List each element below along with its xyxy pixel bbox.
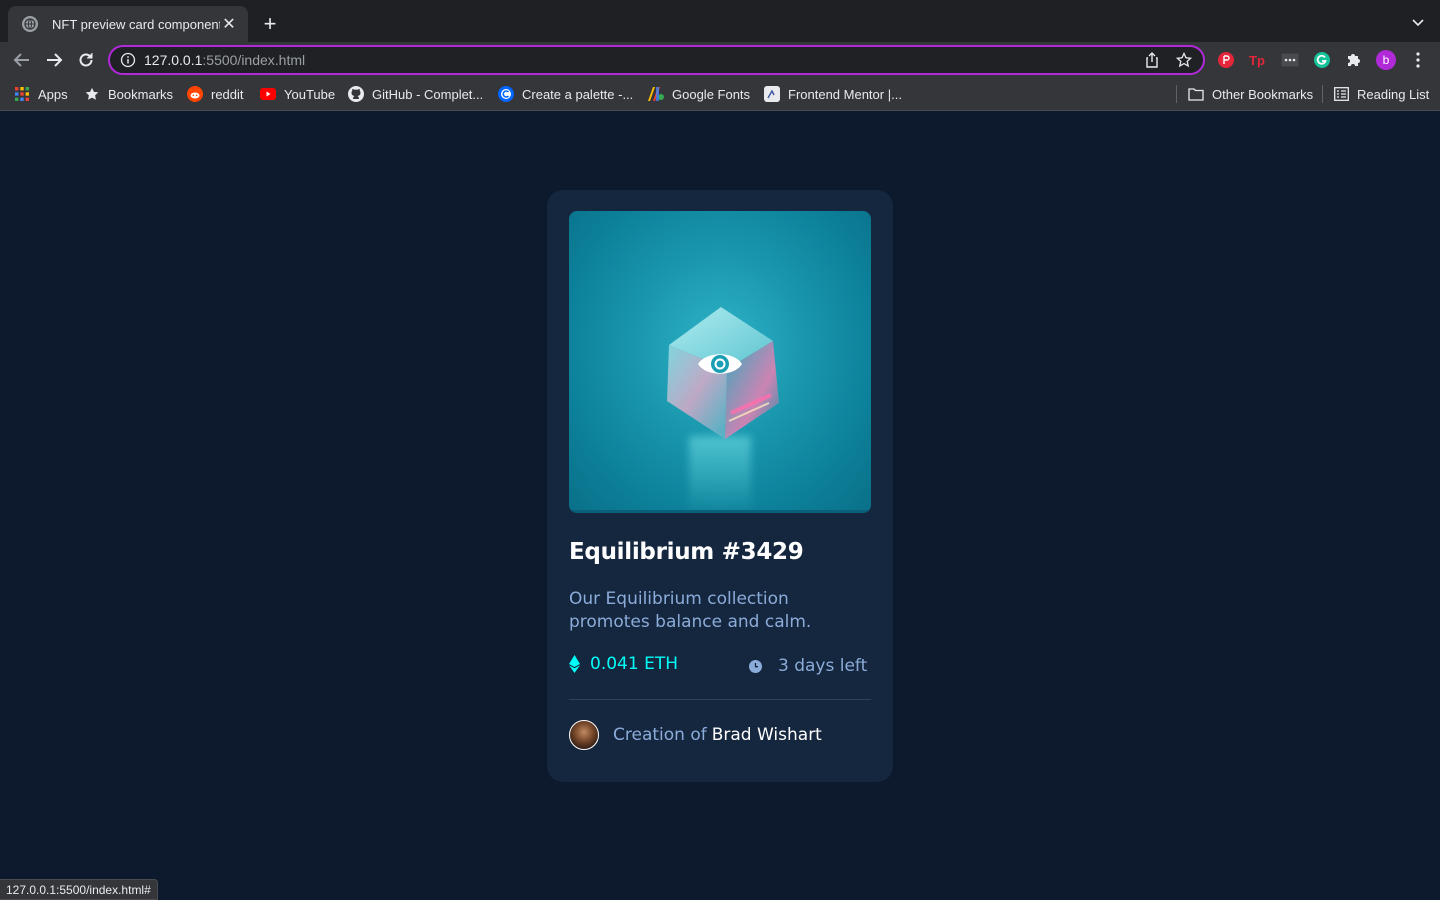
time-left: 3 days left bbox=[749, 656, 867, 676]
bookmark-label: reddit bbox=[211, 86, 244, 102]
reddit-icon bbox=[187, 86, 203, 102]
folder-icon bbox=[1188, 86, 1204, 102]
bookmarks-bar: Apps Bookmarks reddit YouTube GitHub - C… bbox=[0, 78, 1440, 111]
bookmark-label: Create a palette -... bbox=[522, 86, 634, 102]
globe-icon bbox=[22, 16, 38, 32]
cube-reflection bbox=[689, 436, 751, 513]
status-bar-url: 127.0.0.1:5500/index.html# bbox=[0, 879, 158, 900]
profile-avatar[interactable]: b bbox=[1376, 50, 1396, 70]
creation-prefix: Creation of bbox=[613, 725, 707, 745]
bookmark-label: Bookmarks bbox=[108, 86, 174, 102]
creator-avatar bbox=[569, 720, 599, 750]
bookmarks-separator bbox=[1176, 85, 1177, 103]
tab-strip: NFT preview card component ✕ + bbox=[0, 0, 1440, 42]
creator-row: Creation of Brad Wishart bbox=[569, 720, 822, 750]
close-tab-icon[interactable]: ✕ bbox=[220, 14, 238, 34]
star-icon bbox=[84, 86, 100, 102]
nft-title[interactable]: Equilibrium #3429 bbox=[569, 539, 804, 565]
bookmark-star-icon[interactable] bbox=[1175, 51, 1193, 69]
bookmark-github[interactable]: GitHub - Complet... bbox=[348, 85, 483, 103]
image-bottom-border bbox=[569, 510, 871, 513]
bookmark-label: Reading List bbox=[1357, 86, 1430, 102]
address-bar[interactable]: 127.0.0.1:5500/index.html bbox=[108, 45, 1205, 75]
bookmark-label: Google Fonts bbox=[672, 86, 751, 102]
ethereum-icon bbox=[569, 655, 580, 673]
forward-arrow-icon[interactable] bbox=[42, 48, 66, 72]
frontend-mentor-icon bbox=[764, 86, 780, 102]
bookmark-coolors[interactable]: Create a palette -... bbox=[498, 85, 633, 103]
creator-name-link[interactable]: Brad Wishart bbox=[712, 725, 822, 745]
url-text: 127.0.0.1:5500/index.html bbox=[144, 52, 1129, 68]
puzzle-extensions-icon[interactable] bbox=[1344, 50, 1364, 70]
profile-initial: b bbox=[1382, 53, 1390, 67]
google-fonts-icon bbox=[648, 86, 664, 102]
new-tab-button[interactable]: + bbox=[258, 12, 282, 36]
youtube-icon bbox=[260, 86, 276, 102]
clock-icon bbox=[749, 659, 762, 673]
price-value: 0.041 ETH bbox=[590, 654, 678, 674]
grammarly-extension-icon[interactable] bbox=[1312, 50, 1332, 70]
bookmarks-separator bbox=[1322, 85, 1323, 103]
chevron-down-icon[interactable] bbox=[1410, 14, 1426, 30]
bookmark-frontend-mentor[interactable]: Frontend Mentor |... bbox=[764, 85, 902, 103]
bookmark-reading-list[interactable]: Reading List bbox=[1333, 85, 1429, 103]
bookmark-label: YouTube bbox=[284, 86, 336, 102]
bookmark-other-bookmarks[interactable]: Other Bookmarks bbox=[1188, 85, 1313, 103]
reload-icon[interactable] bbox=[74, 48, 98, 72]
back-arrow-icon[interactable] bbox=[10, 48, 34, 72]
reading-list-icon bbox=[1333, 86, 1349, 102]
divider bbox=[569, 699, 871, 700]
tp-extension-icon[interactable]: Tp bbox=[1248, 50, 1268, 70]
password-extension-icon[interactable] bbox=[1280, 50, 1300, 70]
bookmark-bookmarks[interactable]: Bookmarks bbox=[84, 85, 173, 103]
bookmark-apps[interactable]: Apps bbox=[14, 85, 68, 103]
browser-chrome: NFT preview card component ✕ + 127.0.0.1… bbox=[0, 0, 1440, 111]
bookmark-label: Other Bookmarks bbox=[1212, 86, 1314, 102]
info-icon[interactable] bbox=[120, 52, 136, 68]
bookmark-google-fonts[interactable]: Google Fonts bbox=[648, 85, 750, 103]
tab-title: NFT preview card component bbox=[52, 16, 220, 32]
coolors-icon bbox=[498, 86, 514, 102]
eye-view-icon[interactable] bbox=[697, 347, 743, 381]
url-path: :5500/index.html bbox=[202, 52, 306, 68]
svg-text:Tp: Tp bbox=[1249, 53, 1265, 68]
nft-description: Our Equilibrium collection promotes bala… bbox=[569, 589, 812, 632]
url-host: 127.0.0.1 bbox=[144, 52, 203, 68]
nft-image[interactable] bbox=[569, 211, 871, 513]
tab-nft-preview[interactable]: NFT preview card component ✕ bbox=[8, 6, 248, 42]
toolbar: 127.0.0.1:5500/index.html Tp b bbox=[0, 42, 1440, 78]
bookmark-label: Frontend Mentor |... bbox=[788, 86, 902, 102]
bookmark-label: GitHub - Complet... bbox=[372, 86, 484, 102]
time-left-text: 3 days left bbox=[778, 656, 868, 676]
share-icon[interactable] bbox=[1143, 51, 1161, 69]
bookmark-label: Apps bbox=[38, 86, 68, 102]
bookmark-reddit[interactable]: reddit bbox=[187, 85, 244, 103]
price: 0.041 ETH bbox=[569, 654, 678, 674]
github-icon bbox=[348, 86, 364, 102]
nft-card: Equilibrium #3429 Our Equilibrium collec… bbox=[547, 190, 893, 782]
bookmark-youtube[interactable]: YouTube bbox=[260, 85, 335, 103]
pocket-extension-icon[interactable] bbox=[1216, 50, 1236, 70]
kebab-menu-icon[interactable] bbox=[1408, 50, 1428, 70]
apps-grid-icon bbox=[14, 86, 30, 102]
